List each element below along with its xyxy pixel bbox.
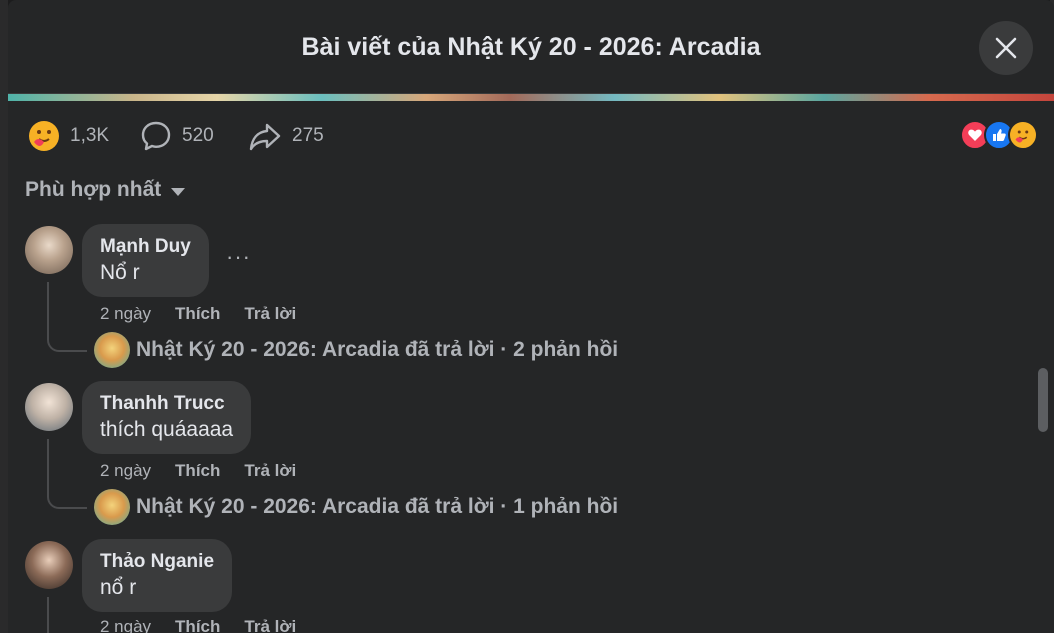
comment-sort-dropdown[interactable]: Phù hợp nhất — [25, 178, 186, 202]
like-button[interactable]: Thích — [175, 461, 220, 481]
thread-connector — [47, 282, 87, 352]
care-reaction-icon-small — [1008, 120, 1038, 150]
reply-summary-text: Nhật Ký 20 - 2026: Arcadia đã trả lời · … — [136, 495, 619, 518]
page-avatar — [94, 332, 130, 368]
comment-author[interactable]: Thanhh Trucc — [100, 393, 233, 415]
background-left — [0, 0, 8, 633]
like-button[interactable]: Thích — [175, 304, 220, 324]
caret-down-icon — [171, 187, 186, 196]
comment-author[interactable]: Mạnh Duy — [100, 236, 191, 258]
like-button[interactable]: Thích — [175, 617, 220, 633]
more-options-button[interactable]: ··· — [226, 244, 251, 270]
comments-count: 520 — [182, 125, 214, 146]
thread-connector — [47, 597, 87, 633]
comment-time[interactable]: 2 ngày — [100, 461, 151, 481]
avatar[interactable] — [25, 541, 73, 589]
comments-summary[interactable]: 520 — [140, 118, 214, 154]
comment-bubble: Thanhh Trucc thích quáaaaa — [82, 381, 252, 454]
comment-text: nổ r — [100, 576, 137, 599]
comment-bubble: Thảo Nganie nổ r — [82, 539, 233, 612]
view-replies-link[interactable]: Nhật Ký 20 - 2026: Arcadia đã trả lời · … — [94, 489, 618, 525]
care-reaction-icon — [29, 121, 59, 151]
avatar[interactable] — [25, 383, 73, 431]
dialog-title: Bài viết của Nhật Ký 20 - 2026: Arcadia — [301, 33, 761, 61]
post-stats: 1,3K 520 275 — [8, 118, 1054, 154]
comment-text: thích quáaaaa — [100, 418, 234, 441]
dialog-header: Bài viết của Nhật Ký 20 - 2026: Arcadia — [8, 0, 1054, 94]
comment-actions: 2 ngày Thích Trả lời — [100, 304, 320, 324]
reply-button[interactable]: Trả lời — [244, 304, 296, 324]
comment-bubble: Mạnh Duy Nổ r — [82, 224, 209, 297]
reactions-count: 1,3K — [70, 125, 110, 146]
comment-time[interactable]: 2 ngày — [100, 617, 151, 633]
reply-button[interactable]: Trả lời — [244, 461, 296, 481]
shares-summary[interactable]: 275 — [248, 118, 324, 154]
comment-time[interactable]: 2 ngày — [100, 304, 151, 324]
close-button[interactable] — [979, 21, 1033, 75]
reactions-summary[interactable]: 1,3K — [28, 118, 109, 154]
comment-icon — [141, 121, 171, 151]
close-icon — [995, 37, 1017, 59]
scrollbar-thumb[interactable] — [1038, 368, 1048, 432]
sort-label: Phù hợp nhất — [25, 178, 162, 201]
view-replies-link[interactable]: Nhật Ký 20 - 2026: Arcadia đã trả lời · … — [94, 332, 618, 368]
shares-count: 275 — [292, 125, 324, 146]
post-dialog: Bài viết của Nhật Ký 20 - 2026: Arcadia … — [8, 0, 1054, 633]
reply-button[interactable]: Trả lời — [244, 617, 296, 633]
post-image-edge — [8, 94, 1054, 101]
thread-connector — [47, 439, 87, 509]
share-icon — [249, 123, 281, 151]
comment-author[interactable]: Thảo Nganie — [100, 551, 214, 573]
avatar[interactable] — [25, 226, 73, 274]
comment-text: Nổ r — [100, 261, 140, 284]
comment-actions: 2 ngày Thích Trả lời — [100, 461, 320, 481]
page-avatar — [94, 489, 130, 525]
reply-summary-text: Nhật Ký 20 - 2026: Arcadia đã trả lời · … — [136, 338, 619, 361]
comment-actions: 2 ngày Thích Trả lời — [100, 617, 320, 633]
reaction-types[interactable] — [960, 120, 1038, 150]
